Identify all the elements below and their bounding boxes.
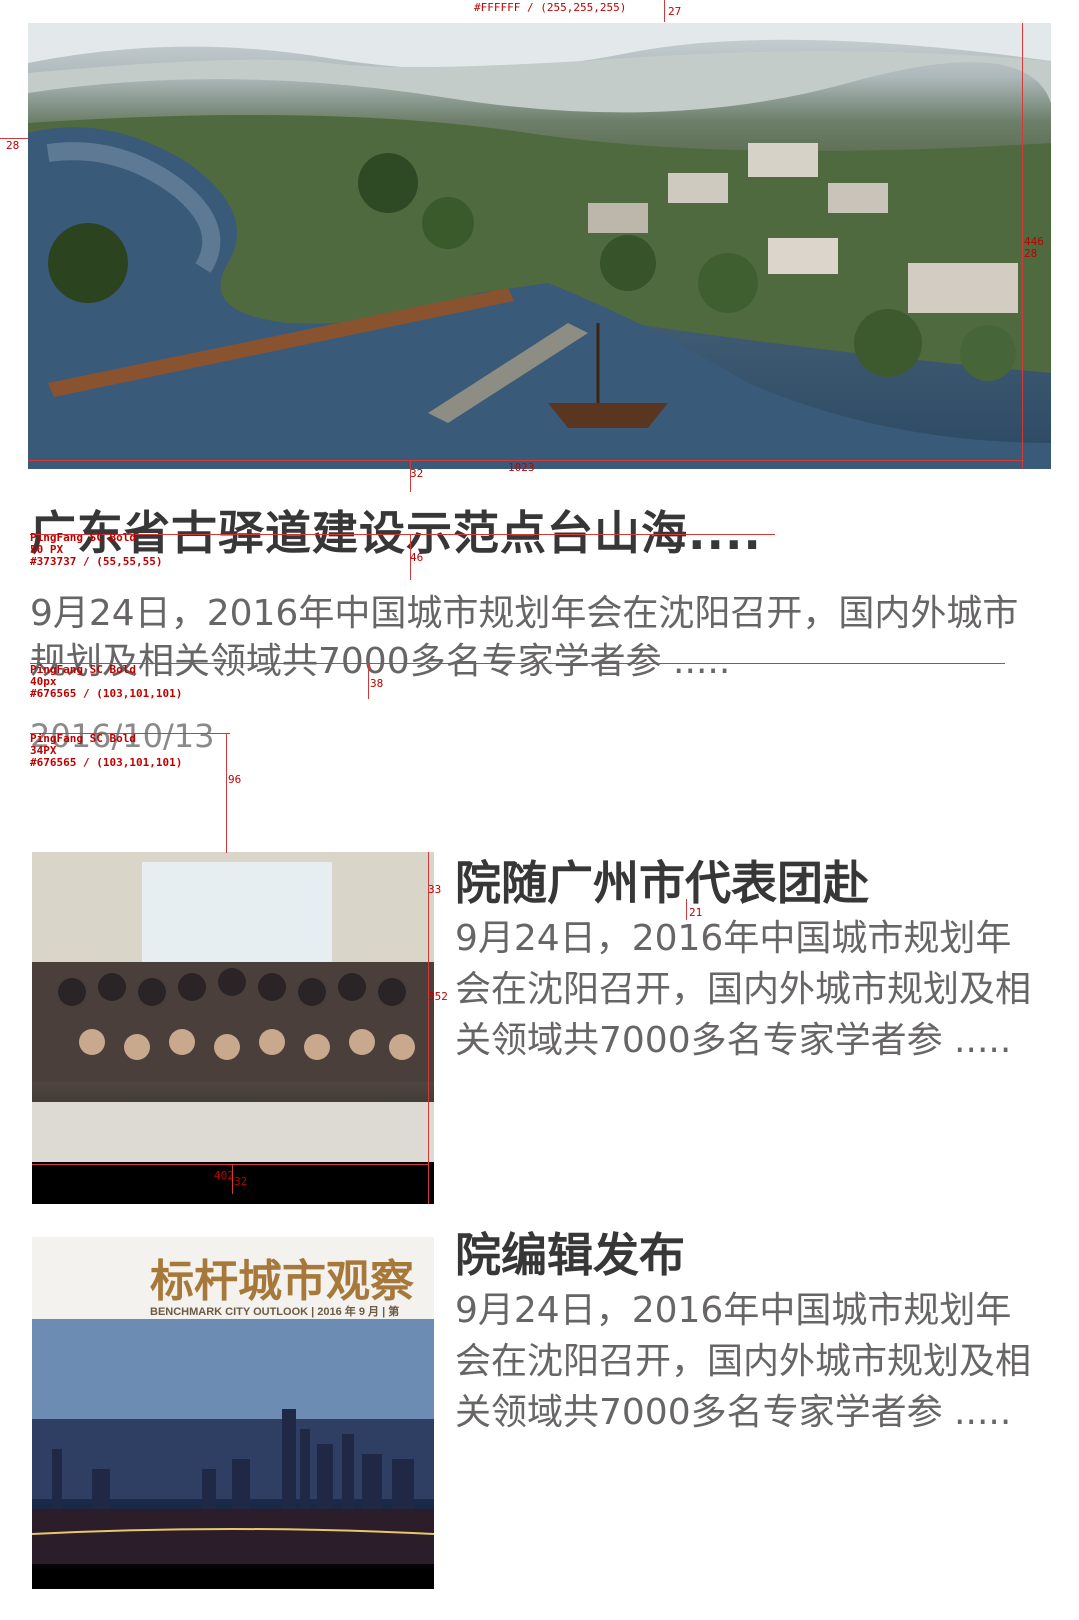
item-description: 9月24日，2016年中国城市规划年会在沈阳召开，国内外城市规划及相关领域共70… — [455, 1290, 1032, 1433]
annotation-line — [232, 1164, 233, 1194]
hero-image[interactable] — [28, 23, 1051, 469]
item-description: 9月24日，2016年中国城市规划年会在沈阳召开，国内外城市规划及相关领域共70… — [455, 918, 1032, 1061]
annotation-thumb-width: 402 — [214, 1169, 234, 1182]
annotation-item-gap: 32 — [234, 1175, 248, 1188]
annotation-title-font: PingFang SC Bold 50 PX #373737 / (55,55,… — [30, 531, 163, 568]
annotation-right-gap: 28 — [1024, 247, 1038, 260]
cover-subtitle: BENCHMARK CITY OUTLOOK | 2016 年 9 月 | 第 — [150, 1306, 400, 1318]
annotation-item-title-gap: 33 — [428, 883, 442, 896]
annotation-line — [428, 852, 429, 1204]
annotation-list-gap: 96 — [228, 773, 242, 786]
annotation-line — [686, 899, 687, 920]
annotation-item-desc-gap: 21 — [689, 906, 703, 919]
annotation-line — [368, 663, 369, 699]
annotation-desc-font: PingFang SC Bold 40px #676565 / (103,101… — [30, 663, 183, 700]
annotation-top-color: #FFFFFF / (255,255,255) — [474, 1, 627, 14]
annotation-date-gap: 38 — [370, 677, 384, 690]
annotation-title-gap: 32 — [410, 467, 424, 480]
annotation-line — [32, 1164, 428, 1165]
item-title[interactable]: 院随广州市代表团赴 — [455, 847, 869, 913]
cover-title: 标杆城市观察 — [150, 1256, 414, 1307]
item-thumbnail-delegation[interactable] — [32, 852, 434, 1204]
annotation-line — [1022, 23, 1023, 469]
annotation-line — [664, 0, 665, 22]
hero-title[interactable]: 广东省古驿道建设示范点台山海.... — [30, 497, 1030, 563]
annotation-line — [226, 733, 227, 853]
annotation-thumb-height: 352 — [428, 990, 448, 1003]
item-title[interactable]: 院编辑发布 — [455, 1219, 685, 1285]
annotation-left-gap: 28 — [6, 139, 20, 152]
annotation-desc-gap: 46 — [410, 551, 424, 564]
annotation-top-gap: 27 — [668, 5, 682, 18]
item-thumbnail-magazine[interactable]: 标杆城市观察 BENCHMARK CITY OUTLOOK | 2016 年 9… — [32, 1237, 434, 1589]
annotation-date-font: PingFang SC Bold 34PX #676565 / (103,101… — [30, 732, 183, 769]
annotation-hero-width: 1023 — [508, 461, 535, 474]
